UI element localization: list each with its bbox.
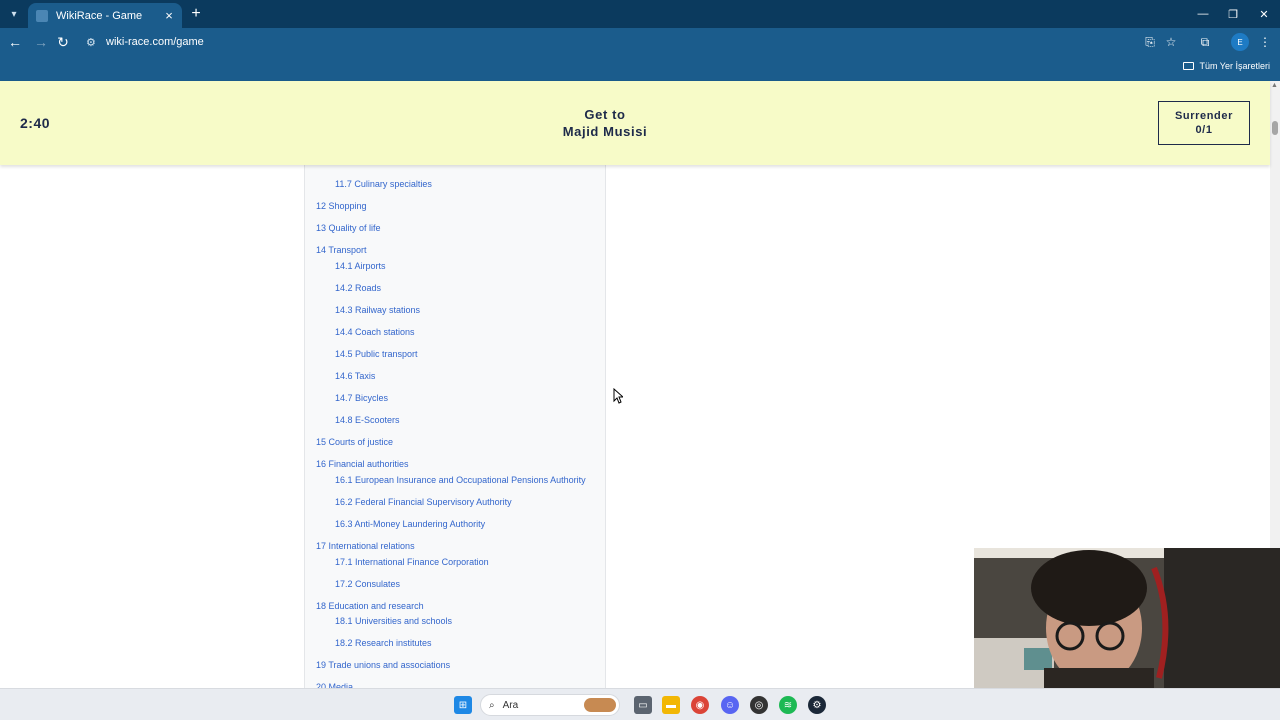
goal-panel: Get to Majid Musisi bbox=[505, 107, 705, 139]
toc-link[interactable]: 17.1 International Finance Corporation bbox=[335, 557, 489, 567]
table-of-contents: 11.7 Culinary specialties 12 Shopping 13 Q… bbox=[304, 165, 606, 688]
game-header: 2:40 Get to Majid Musisi Surrender 0/1 bbox=[0, 81, 1270, 165]
tab-search-chevron-icon[interactable]: ▾ bbox=[4, 4, 24, 24]
restore-icon[interactable]: ❐ bbox=[1218, 0, 1248, 28]
file-explorer-icon[interactable]: ▬ bbox=[662, 696, 680, 714]
toc-link[interactable]: 19 Trade unions and associations bbox=[316, 660, 450, 670]
toc-link[interactable]: 16 Financial authorities bbox=[316, 459, 409, 469]
favicon-icon bbox=[36, 9, 48, 22]
webcam-feed-image bbox=[974, 548, 1280, 688]
back-arrow-icon[interactable]: ← bbox=[5, 32, 25, 52]
toc-link[interactable]: 14.8 E-Scooters bbox=[335, 415, 400, 425]
scroll-thumb[interactable] bbox=[1272, 121, 1278, 135]
toc-link[interactable]: 14.4 Coach stations bbox=[335, 327, 415, 337]
toc-link[interactable]: 13 Quality of life bbox=[316, 223, 381, 233]
new-tab-plus-icon[interactable]: + bbox=[186, 4, 206, 24]
all-bookmarks-button[interactable]: Tüm Yer İşaretleri bbox=[1183, 61, 1270, 71]
goal-target: Majid Musisi bbox=[562, 124, 648, 139]
progress-count: 0/1 bbox=[1195, 124, 1213, 136]
search-label: Ara bbox=[502, 699, 519, 711]
site-info-icon[interactable]: ⚙ bbox=[86, 36, 102, 49]
obs-icon[interactable]: ◎ bbox=[750, 696, 768, 714]
toc-link[interactable]: 14.3 Railway stations bbox=[335, 305, 420, 315]
toc-link[interactable]: 14.6 Taxis bbox=[335, 371, 375, 381]
browser-tab-strip: ▾ WikiRace - Game × + — ❐ ✕ bbox=[0, 0, 1280, 28]
browser-toolbar: ← → ↻ ⚙ wiki-race.com/game ⎘ ☆ ⧉ ⋮ bbox=[0, 28, 1280, 56]
toc-link[interactable]: 17.2 Consulates bbox=[335, 579, 400, 589]
search-icon: ⌕ bbox=[489, 699, 495, 711]
scroll-up-icon[interactable]: ▲ bbox=[1271, 82, 1278, 89]
toc-link[interactable]: 14.2 Roads bbox=[335, 283, 381, 293]
toc-link[interactable]: 14 Transport bbox=[316, 245, 367, 255]
chrome-icon[interactable]: ◉ bbox=[691, 696, 709, 714]
tab-title: WikiRace - Game bbox=[56, 9, 143, 22]
reload-icon[interactable]: ↻ bbox=[53, 32, 73, 52]
window-close-icon[interactable]: ✕ bbox=[1249, 0, 1279, 28]
surrender-label: Surrender bbox=[1175, 110, 1233, 122]
goal-label: Get to bbox=[584, 107, 626, 122]
spotify-icon[interactable]: ≋ bbox=[779, 696, 797, 714]
bookmark-star-icon[interactable]: ☆ bbox=[1161, 32, 1181, 52]
discord-icon[interactable]: ☺ bbox=[721, 696, 739, 714]
extensions-puzzle-icon[interactable]: ⧉ bbox=[1195, 32, 1215, 52]
task-view-icon[interactable]: ▭ bbox=[634, 696, 652, 714]
browser-tab[interactable]: WikiRace - Game × bbox=[28, 3, 182, 28]
minimize-icon[interactable]: — bbox=[1188, 0, 1218, 28]
surrender-button[interactable]: Surrender 0/1 bbox=[1158, 101, 1250, 145]
game-timer: 2:40 bbox=[20, 115, 51, 131]
profile-avatar[interactable]: E bbox=[1231, 33, 1249, 51]
toc-link[interactable]: 18.2 Research institutes bbox=[335, 638, 432, 648]
toc-link[interactable]: 16.3 Anti-Money Laundering Authority bbox=[335, 519, 485, 529]
address-bar[interactable]: ⚙ wiki-race.com/game bbox=[80, 31, 1190, 53]
toc-link[interactable]: 18.1 Universities and schools bbox=[335, 616, 452, 626]
webcam-overlay bbox=[974, 548, 1280, 688]
toc-link[interactable]: 16.1 European Insurance and Occupational… bbox=[335, 475, 586, 485]
folder-icon bbox=[1183, 62, 1195, 70]
toc-link[interactable]: 17 International relations bbox=[316, 541, 415, 551]
toc-link[interactable]: 16.2 Federal Financial Supervisory Autho… bbox=[335, 497, 512, 507]
toc-link[interactable]: 15 Courts of justice bbox=[316, 437, 393, 447]
all-bookmarks-label: Tüm Yer İşaretleri bbox=[1199, 61, 1270, 71]
taskbar-search[interactable]: ⌕ Ara bbox=[480, 694, 620, 716]
steam-icon[interactable]: ⚙ bbox=[808, 696, 826, 714]
forward-arrow-icon[interactable]: → bbox=[31, 32, 51, 52]
mouse-pointer-icon bbox=[613, 388, 623, 404]
close-tab-icon[interactable]: × bbox=[160, 8, 178, 23]
translate-icon[interactable]: ⎘ bbox=[1140, 32, 1160, 52]
menu-kebab-icon[interactable]: ⋮ bbox=[1255, 32, 1275, 52]
toc-link[interactable]: 14.5 Public transport bbox=[335, 349, 418, 359]
toc-link[interactable]: 14.1 Airports bbox=[335, 261, 386, 271]
toc-link[interactable]: 14.7 Bicycles bbox=[335, 393, 388, 403]
toc-link[interactable]: 11.7 Culinary specialties bbox=[335, 179, 432, 189]
search-highlight-icon bbox=[584, 698, 616, 712]
url-text: wiki-race.com/game bbox=[106, 36, 204, 48]
bookmarks-bar: Tüm Yer İşaretleri bbox=[0, 56, 1280, 81]
windows-taskbar: ⊞ ⌕ Ara ▭ ▬ ◉ ☺ ◎ ≋ ⚙ bbox=[0, 688, 1280, 720]
toc-link[interactable]: 18 Education and research bbox=[316, 601, 424, 611]
windows-start-icon[interactable]: ⊞ bbox=[454, 696, 472, 714]
toc-link[interactable]: 12 Shopping bbox=[316, 201, 367, 211]
